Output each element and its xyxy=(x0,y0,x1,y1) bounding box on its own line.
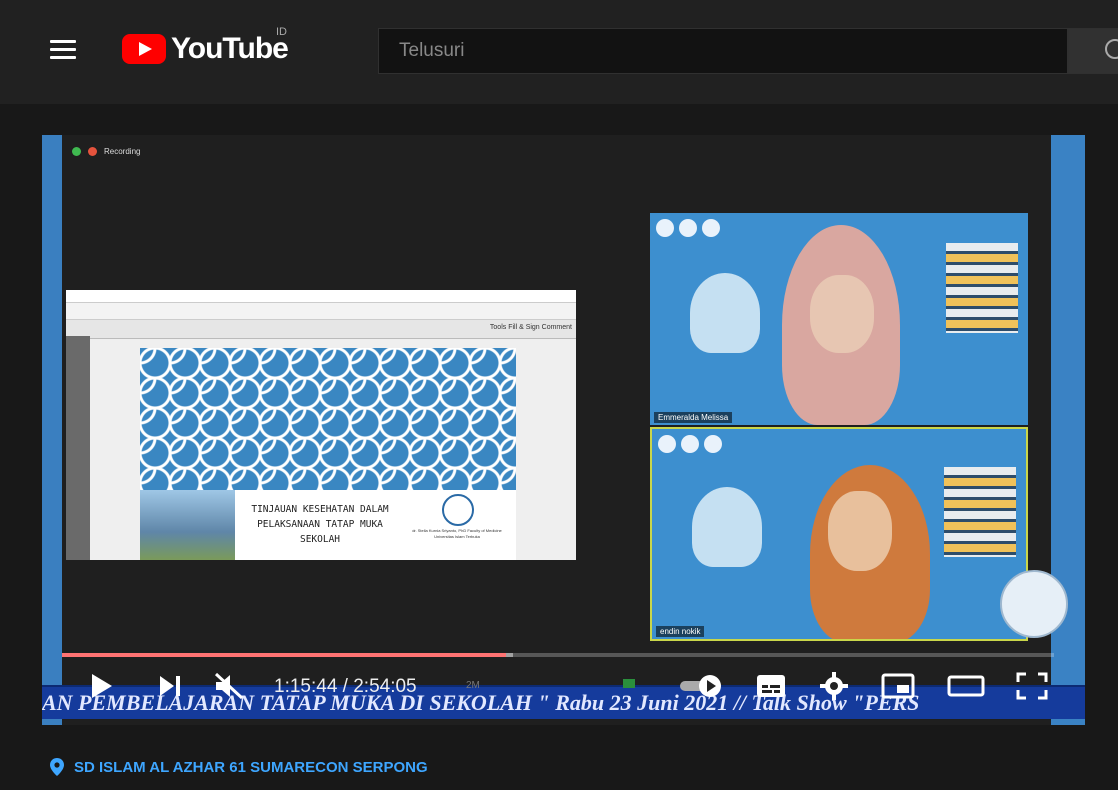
participant-name: Emmeralda Melissa xyxy=(654,412,733,423)
miniplayer-icon[interactable] xyxy=(880,670,916,702)
progress-bar[interactable] xyxy=(62,653,1054,657)
participant-name: endin nokik xyxy=(656,626,705,637)
search-icon xyxy=(1105,39,1118,59)
search-button[interactable] xyxy=(1068,28,1118,74)
settings-gear-icon[interactable] xyxy=(818,670,850,702)
zoom-recording-indicator: Recording xyxy=(72,147,140,156)
banner-logos xyxy=(656,219,720,237)
youtube-play-icon xyxy=(122,34,166,64)
youtube-logo[interactable]: YouTube ID xyxy=(122,26,289,66)
slide-building-image xyxy=(140,490,235,560)
player-controls: 1:15:44 / 2:54:05 2M xyxy=(42,662,1085,712)
play-icon[interactable] xyxy=(86,670,116,702)
location-label: SD ISLAM AL AZHAR 61 SUMARECON SERPONG xyxy=(74,758,428,776)
shared-screen: Tools Fill & Sign Comment TINJAUAN KESEH… xyxy=(66,290,576,560)
slide-title: TINJAUAN KESEHATAN DALAM PELAKSANAAN TAT… xyxy=(251,504,389,545)
subtitles-icon[interactable] xyxy=(754,670,788,702)
mute-icon[interactable] xyxy=(212,670,246,702)
books-graphic xyxy=(946,243,1018,333)
autoplay-toggle[interactable] xyxy=(678,670,728,702)
pdf-toolbar xyxy=(66,303,576,320)
time-display: 1:15:44 / 2:54:05 xyxy=(274,676,417,697)
pdf-title-bar xyxy=(66,290,576,303)
location-pin-icon xyxy=(50,758,64,776)
participant-video: Emmeralda Melissa xyxy=(650,213,1028,425)
theater-mode-icon[interactable] xyxy=(946,670,986,702)
logo-text: YouTube xyxy=(171,32,289,65)
location-link[interactable]: SD ISLAM AL AZHAR 61 SUMARECON SERPONG xyxy=(50,758,428,776)
next-icon[interactable] xyxy=(156,670,186,702)
recording-label: Recording xyxy=(104,147,141,156)
slide-pattern xyxy=(140,348,516,490)
presentation-slide: TINJAUAN KESEHATAN DALAM PELAKSANAAN TAT… xyxy=(140,348,516,560)
pdf-tools-label: Tools Fill & Sign Comment xyxy=(489,324,572,331)
video-edge-right xyxy=(1051,135,1085,725)
school-logo xyxy=(1000,570,1068,638)
fullscreen-icon[interactable] xyxy=(1014,670,1050,702)
top-bar: YouTube ID Telusuri xyxy=(0,0,1118,104)
record-icon xyxy=(88,147,97,156)
video-player[interactable]: Recording Tools Fill & Sign Comment TINJ… xyxy=(42,135,1085,725)
participant-video-active: endin nokik xyxy=(650,427,1028,641)
search-placeholder: Telusuri xyxy=(399,40,465,61)
university-seal-icon xyxy=(442,494,474,526)
books-graphic xyxy=(944,467,1016,557)
pdf-sidebar xyxy=(66,336,90,560)
buffered-bar xyxy=(62,653,514,657)
video-edge-left xyxy=(42,135,62,725)
banner-logos xyxy=(658,435,722,453)
search-input[interactable]: Telusuri xyxy=(378,28,1068,74)
security-icon xyxy=(72,147,81,156)
participant-face xyxy=(828,491,892,571)
lightbulb-graphic xyxy=(692,487,762,567)
menu-icon[interactable] xyxy=(50,40,76,60)
chat-icon[interactable] xyxy=(620,670,646,698)
country-code: ID xyxy=(276,26,287,38)
pdf-nav-toolbar: Tools Fill & Sign Comment xyxy=(66,320,576,339)
slide-author: dr. Stella Kurnia Sriyanto, PhD Faculty … xyxy=(412,528,502,539)
participant-face xyxy=(810,275,874,353)
viewer-badge: 2M xyxy=(466,680,480,691)
lightbulb-graphic xyxy=(690,273,760,353)
